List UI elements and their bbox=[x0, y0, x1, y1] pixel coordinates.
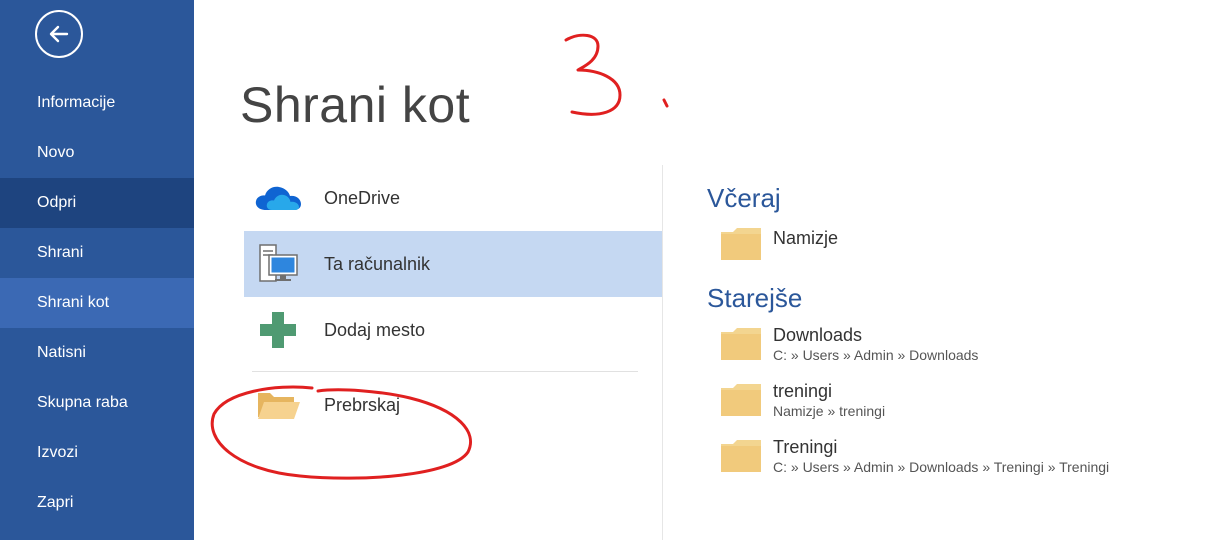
folder-icon bbox=[721, 328, 761, 360]
group-heading-starejse: Starejše bbox=[707, 283, 803, 313]
folder-treningi[interactable]: treningi Namizje » treningi bbox=[707, 380, 1207, 420]
sidebar-nav: Informacije Novo Odpri Shrani Shrani kot… bbox=[0, 78, 194, 528]
sidebar-item-izvozi[interactable]: Izvozi bbox=[0, 428, 194, 478]
save-locations-list: OneDrive Ta računalnik Dodaj mesto Prebr… bbox=[244, 165, 662, 438]
handwritten-number-3 bbox=[564, 33, 622, 116]
location-ta-racunalnik[interactable]: Ta računalnik bbox=[244, 231, 662, 297]
sidebar-item-novo[interactable]: Novo bbox=[0, 128, 194, 178]
location-label: Dodaj mesto bbox=[324, 319, 426, 340]
folder-icon bbox=[721, 384, 761, 416]
folder-open-icon bbox=[248, 385, 308, 425]
folder-name: Downloads bbox=[773, 325, 863, 345]
sidebar-item-shrani-kot[interactable]: Shrani kot bbox=[0, 278, 194, 328]
location-prebrskaj[interactable]: Prebrskaj bbox=[244, 372, 662, 438]
sidebar-item-zapri[interactable]: Zapri bbox=[0, 478, 194, 528]
folder-name: treningi bbox=[773, 381, 833, 401]
sidebar-item-natisni[interactable]: Natisni bbox=[0, 328, 194, 378]
sidebar-item-odpri[interactable]: Odpri bbox=[0, 178, 194, 228]
location-label: OneDrive bbox=[324, 187, 401, 208]
folder-namizje[interactable]: Namizje bbox=[707, 224, 1207, 262]
back-button[interactable] bbox=[35, 10, 83, 58]
folder-treningi-nested[interactable]: Treningi C: » Users » Admin » Downloads … bbox=[707, 436, 1207, 476]
back-arrow-icon bbox=[49, 25, 69, 43]
location-dodaj-mesto[interactable]: Dodaj mesto bbox=[244, 297, 662, 363]
cloud-icon bbox=[248, 178, 308, 218]
sidebar-item-shrani[interactable]: Shrani bbox=[0, 228, 194, 278]
folder-icon bbox=[721, 228, 761, 260]
location-label: Prebrskaj bbox=[324, 394, 401, 415]
folder-path: C: » Users » Admin » Downloads bbox=[773, 347, 979, 363]
location-label: Ta računalnik bbox=[324, 253, 431, 274]
handwritten-dot bbox=[662, 98, 669, 108]
location-onedrive[interactable]: OneDrive bbox=[244, 165, 662, 231]
sidebar-item-skupna-raba[interactable]: Skupna raba bbox=[0, 378, 194, 428]
recent-folders: Včeraj Namizje Starejše Downloads C: » U… bbox=[707, 180, 1207, 476]
folder-name: Treningi bbox=[773, 437, 838, 457]
sidebar-item-informacije[interactable]: Informacije bbox=[0, 78, 194, 128]
folder-path: C: » Users » Admin » Downloads » Trening… bbox=[773, 459, 1110, 475]
computer-icon bbox=[248, 244, 308, 284]
backstage-sidebar: Informacije Novo Odpri Shrani Shrani kot… bbox=[0, 0, 194, 540]
page-title: Shrani kot bbox=[240, 77, 471, 133]
folder-path: Namizje » treningi bbox=[773, 403, 886, 419]
folder-downloads[interactable]: Downloads C: » Users » Admin » Downloads bbox=[707, 324, 1207, 364]
folder-icon bbox=[721, 440, 761, 472]
pane-divider bbox=[662, 165, 663, 540]
plus-icon bbox=[248, 310, 308, 350]
folder-name: Namizje bbox=[773, 228, 839, 248]
group-heading-vceraj: Včeraj bbox=[707, 183, 781, 213]
